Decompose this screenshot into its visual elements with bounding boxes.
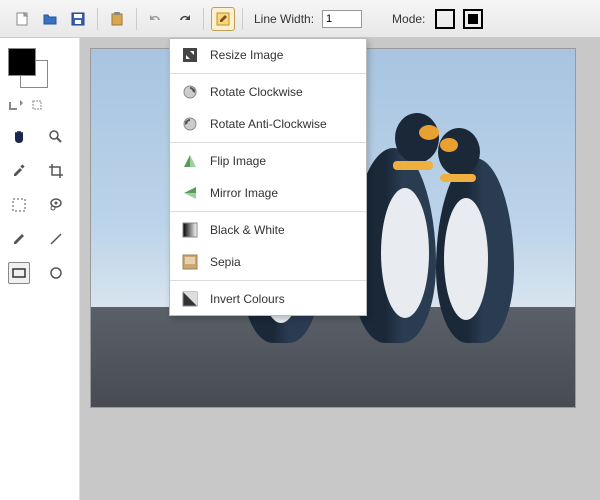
rotate-cw-icon (182, 84, 198, 100)
crop-tool-icon (48, 163, 64, 179)
open-button[interactable] (38, 7, 62, 31)
rotate-ccw-icon (182, 116, 198, 132)
tool-grid (8, 126, 71, 284)
menu-label: Flip Image (210, 154, 266, 168)
menu-separator (170, 73, 366, 74)
sepia-icon (182, 254, 198, 270)
separator (136, 8, 137, 30)
flip-icon (182, 153, 198, 169)
menu-label: Rotate Anti-Clockwise (210, 117, 327, 131)
lasso-tool[interactable] (45, 194, 67, 216)
menu-item-rotate-cw[interactable]: Rotate Clockwise (170, 76, 366, 108)
menu-item-bw[interactable]: Black & White (170, 214, 366, 246)
file-icon (14, 11, 30, 27)
redo-icon (176, 11, 192, 27)
menu-label: Invert Colours (210, 292, 285, 306)
ellipse-tool[interactable] (45, 262, 67, 284)
rectangle-icon (11, 265, 27, 281)
marquee-tool[interactable] (8, 194, 30, 216)
save-button[interactable] (66, 7, 90, 31)
transform-menu-button[interactable] (211, 7, 235, 31)
redo-button[interactable] (172, 7, 196, 31)
separator (97, 8, 98, 30)
pan-tool[interactable] (8, 126, 30, 148)
primary-color[interactable] (8, 48, 36, 76)
mode-outline-button[interactable] (435, 9, 455, 29)
line-tool[interactable] (45, 228, 67, 250)
circle-icon (48, 265, 64, 281)
line-width-input[interactable] (322, 10, 362, 28)
tool-sidebar (0, 38, 80, 500)
menu-item-mirror[interactable]: Mirror Image (170, 177, 366, 209)
pencil-icon (11, 231, 27, 247)
lasso-icon (48, 197, 64, 213)
main-toolbar: Line Width: Mode: (0, 0, 600, 38)
menu-item-flip[interactable]: Flip Image (170, 145, 366, 177)
menu-item-rotate-ccw[interactable]: Rotate Anti-Clockwise (170, 108, 366, 140)
eyedropper-tool[interactable] (8, 160, 30, 182)
crop-icon[interactable] (30, 98, 46, 112)
crop-tool[interactable] (45, 160, 67, 182)
separator (242, 8, 243, 30)
transform-dropdown: Resize Image Rotate Clockwise Rotate Ant… (169, 38, 367, 316)
menu-label: Sepia (210, 255, 241, 269)
invert-icon (182, 291, 198, 307)
line-width-label: Line Width: (254, 12, 314, 26)
menu-separator (170, 142, 366, 143)
magnifier-icon (48, 129, 64, 145)
mode-label: Mode: (392, 12, 425, 26)
color-swatch[interactable] (8, 48, 48, 88)
mode-filled-button[interactable] (463, 9, 483, 29)
mirror-icon (182, 185, 198, 201)
paste-button[interactable] (105, 7, 129, 31)
menu-label: Mirror Image (210, 186, 278, 200)
eyedropper-icon (11, 163, 27, 179)
menu-separator (170, 211, 366, 212)
crop-corner-icon[interactable] (8, 99, 24, 111)
menu-label: Resize Image (210, 48, 283, 62)
menu-item-invert[interactable]: Invert Colours (170, 283, 366, 315)
separator (203, 8, 204, 30)
resize-icon (182, 47, 198, 63)
undo-icon (148, 11, 164, 27)
new-file-button[interactable] (10, 7, 34, 31)
marquee-icon (11, 197, 27, 213)
penguin-shape (436, 128, 514, 343)
menu-item-sepia[interactable]: Sepia (170, 246, 366, 278)
edit-icon (215, 11, 231, 27)
line-icon (48, 231, 64, 247)
folder-open-icon (42, 11, 58, 27)
rectangle-tool[interactable] (8, 262, 30, 284)
menu-item-resize[interactable]: Resize Image (170, 39, 366, 71)
crop-tool-row (8, 98, 71, 112)
zoom-tool[interactable] (45, 126, 67, 148)
bw-icon (182, 222, 198, 238)
menu-label: Black & White (210, 223, 285, 237)
pencil-tool[interactable] (8, 228, 30, 250)
hand-icon (11, 129, 27, 145)
undo-button[interactable] (144, 7, 168, 31)
menu-separator (170, 280, 366, 281)
menu-label: Rotate Clockwise (210, 85, 303, 99)
clipboard-icon (109, 11, 125, 27)
save-icon (70, 11, 86, 27)
